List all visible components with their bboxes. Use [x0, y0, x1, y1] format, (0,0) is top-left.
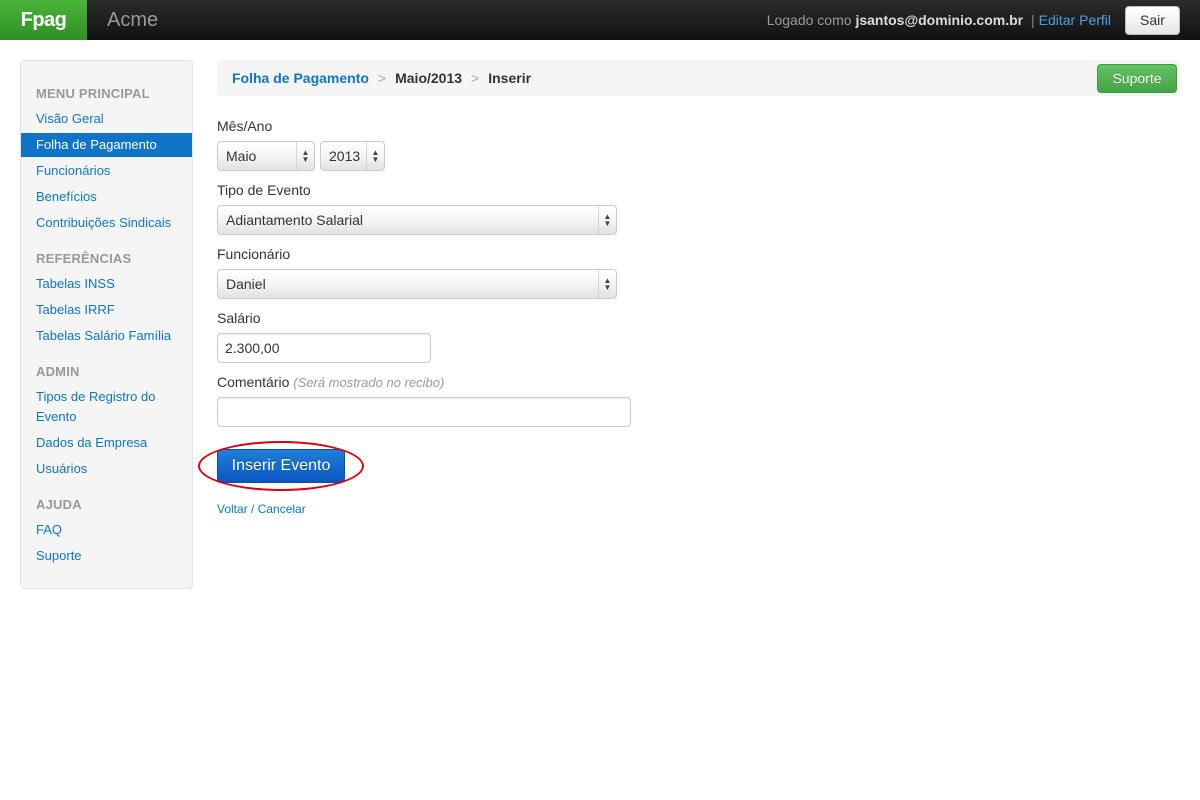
breadcrumb-current: Inserir [488, 70, 532, 86]
sidebar-item-irrf-tables[interactable]: Tabelas IRRF [36, 300, 115, 320]
user-separator: | [1031, 12, 1035, 28]
sidebar-item-company-data[interactable]: Dados da Empresa [36, 433, 147, 453]
sidebar-header-help: AJUDA [36, 497, 82, 512]
employee-select[interactable]: Daniel ▲ ▼ [217, 269, 617, 299]
comment-hint: (Será mostrado no recibo) [293, 375, 445, 390]
select-arrows-icon: ▲ ▼ [598, 206, 616, 234]
month-year-label: Mês/Ano [217, 118, 273, 134]
sidebar-item-event-types[interactable]: Tipos de Registro do Evento [36, 387, 155, 427]
event-type-select[interactable]: Adiantamento Salarial ▲ ▼ [217, 205, 617, 235]
sidebar-item-benefits[interactable]: Benefícios [36, 187, 97, 207]
logout-button[interactable]: Sair [1125, 6, 1180, 35]
sidebar-item-event-types-line1: Tipos de Registro do [36, 389, 156, 404]
support-button[interactable]: Suporte [1097, 64, 1177, 93]
sidebar-item-users[interactable]: Usuários [36, 459, 87, 479]
breadcrumb: Folha de Pagamento > Maio/2013 > Inserir [217, 60, 1179, 96]
year-select-value: 2013 [329, 148, 361, 164]
select-arrows-icon: ▲ ▼ [366, 142, 384, 170]
select-arrows-icon: ▲ ▼ [598, 270, 616, 298]
username: jsantos@dominio.com.br [855, 12, 1024, 28]
highlight-circle-annotation [198, 441, 364, 491]
event-type-label: Tipo de Evento [217, 182, 311, 198]
user-info: Logado como jsantos@dominio.com.br | Edit… [767, 0, 1111, 40]
edit-profile-link[interactable]: Editar Perfil [1039, 12, 1111, 28]
breadcrumb-period: Maio/2013 [395, 70, 463, 86]
sidebar-item-payroll[interactable]: Folha de Pagamento [21, 133, 192, 157]
company-name: Acme [107, 9, 159, 31]
breadcrumb-separator: > [471, 70, 480, 86]
year-select[interactable]: 2013 ▲ ▼ [320, 141, 385, 171]
event-type-select-value: Adiantamento Salarial [226, 212, 363, 228]
employee-label: Funcionário [217, 246, 291, 262]
top-navbar: Fpag Acme Logado como jsantos@dominio.co… [0, 0, 1200, 40]
logged-as-label: Logado como [766, 12, 852, 28]
month-select-value: Maio [226, 148, 257, 164]
sidebar-item-family-salary-tables[interactable]: Tabelas Salário Família [36, 326, 171, 346]
breadcrumb-payroll-link[interactable]: Folha de Pagamento [232, 70, 369, 86]
salary-input[interactable]: 2.300,00 [217, 333, 431, 363]
sidebar-item-support[interactable]: Suporte [36, 546, 82, 566]
select-arrows-icon: ▲ ▼ [296, 142, 314, 170]
brand-logo[interactable]: Fpag [0, 0, 87, 40]
sidebar-item-inss-tables[interactable]: Tabelas INSS [36, 274, 115, 294]
sidebar-item-faq[interactable]: FAQ [36, 520, 62, 540]
comment-label: Comentário (Será mostrado no recibo) [217, 374, 444, 390]
sidebar-header-admin: ADMIN [36, 364, 80, 379]
sidebar: MENU PRINCIPAL Visão Geral Folha de Paga… [20, 60, 193, 589]
sidebar-item-event-types-line2: Evento [36, 409, 77, 424]
employee-select-value: Daniel [226, 276, 266, 292]
sidebar-item-union-contributions[interactable]: Contribuições Sindicais [36, 213, 171, 233]
breadcrumb-separator: > [377, 70, 387, 86]
sidebar-header-references: REFERÊNCIAS [36, 251, 132, 266]
back-cancel-link[interactable]: Voltar / Cancelar [217, 502, 306, 516]
sidebar-header-main: MENU PRINCIPAL [36, 86, 150, 101]
sidebar-item-overview[interactable]: Visão Geral [36, 109, 104, 129]
comment-label-text: Comentário [217, 374, 290, 390]
comment-input[interactable] [217, 397, 631, 427]
salary-label: Salário [217, 310, 261, 326]
month-select[interactable]: Maio ▲ ▼ [217, 141, 315, 171]
sidebar-item-employees[interactable]: Funcionários [36, 161, 110, 181]
